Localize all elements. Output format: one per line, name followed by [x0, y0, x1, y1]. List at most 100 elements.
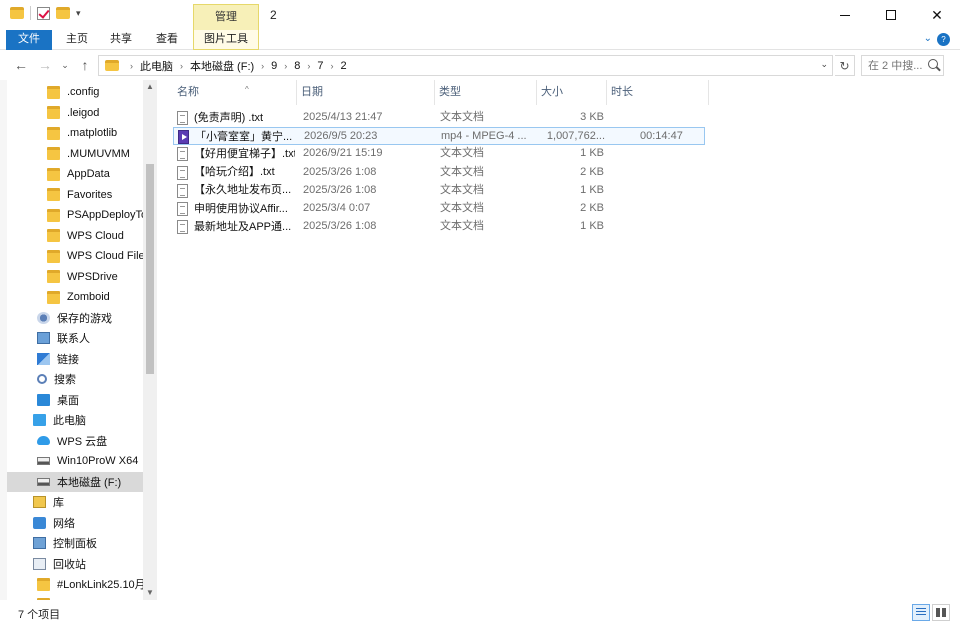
nav-item[interactable]: 此电脑 — [7, 410, 143, 430]
chevron-right-icon[interactable]: › — [304, 61, 313, 71]
text-file-icon — [177, 202, 188, 216]
nav-item[interactable]: WPS Cloud Files — [7, 246, 143, 266]
saved-games-icon — [37, 311, 50, 324]
minimize-button[interactable] — [822, 0, 868, 30]
address-history-chevron-icon[interactable]: ⌄ — [820, 59, 828, 70]
nav-item[interactable]: Win10ProW X64 — [7, 451, 143, 471]
breadcrumb-item[interactable]: 8 — [290, 60, 304, 72]
help-icon[interactable]: ? — [937, 33, 950, 46]
nav-item[interactable]: WPS 云盘 — [7, 431, 143, 451]
chevron-right-icon[interactable]: › — [281, 61, 290, 71]
file-row[interactable]: 最新地址及APP通... 2025/3/26 1:08 文本文档 1 KB — [173, 218, 705, 236]
navigation-scrollbar[interactable]: ▲ ▼ — [143, 80, 157, 600]
nav-item[interactable]: 联系人 — [7, 328, 143, 348]
folder-icon — [47, 208, 60, 222]
file-row[interactable]: 【永久地址发布页... 2025/3/26 1:08 文本文档 1 KB — [173, 182, 705, 200]
up-button[interactable]: ↑ — [76, 56, 94, 74]
new-folder-icon[interactable] — [56, 7, 70, 19]
search-input[interactable] — [868, 59, 928, 72]
file-size: 1 KB — [580, 147, 604, 160]
tab-share[interactable]: 共享 — [104, 30, 138, 50]
nav-item[interactable]: WPSDrive — [7, 267, 143, 287]
file-row[interactable]: 【好用便宜梯子】.txt 2026/9/21 15:19 文本文档 1 KB — [173, 145, 705, 163]
forward-button[interactable]: → — [36, 56, 54, 74]
file-size: 1 KB — [580, 183, 604, 196]
file-duration — [639, 218, 699, 236]
nav-item[interactable]: 本地磁盘 (F:) — [7, 471, 143, 492]
file-row[interactable]: 申明使用协议Affir... 2025/3/4 0:07 文本文档 2 KB — [173, 200, 705, 218]
address-bar[interactable]: › 此电脑 › 本地磁盘 (F:) › 9 › 8 › 7 › 2 ⌄ — [98, 55, 833, 76]
customize-toolbar-chevron-icon[interactable]: ▾ — [76, 8, 81, 19]
chevron-right-icon[interactable]: › — [258, 61, 267, 71]
tab-file[interactable]: 文件 — [6, 30, 52, 50]
nav-item-label: 网络 — [53, 517, 75, 530]
nav-item[interactable]: PSAppDeployToo — [7, 205, 143, 225]
nav-item[interactable]: WPS Cloud — [7, 226, 143, 246]
nav-item-label: Zomboid — [67, 291, 110, 303]
nav-item[interactable]: Favorites — [7, 185, 143, 205]
links-icon — [37, 352, 50, 365]
nav-item[interactable]: 搜索 — [7, 369, 143, 389]
nav-item[interactable]: 控制面板 — [7, 533, 143, 553]
scroll-down-icon[interactable]: ▼ — [143, 586, 157, 600]
file-row[interactable]: (免责声明) .txt 2025/4/13 21:47 文本文档 3 KB — [173, 109, 705, 127]
chevron-right-icon[interactable]: › — [328, 61, 337, 71]
tab-view[interactable]: 查看 — [150, 30, 184, 50]
properties-icon[interactable] — [37, 6, 50, 20]
close-icon: ✕ — [931, 6, 943, 23]
nav-item[interactable]: 网络 — [7, 513, 143, 533]
control-panel-icon — [33, 537, 46, 549]
column-header-date[interactable]: 日期 — [297, 80, 435, 105]
nav-item[interactable]: #LonkLink25.10月- — [7, 574, 143, 594]
maximize-icon — [886, 10, 896, 20]
refresh-icon: ↻ — [839, 59, 850, 73]
nav-item[interactable]: 库 — [7, 492, 143, 512]
breadcrumb-item[interactable]: 2 — [337, 60, 351, 72]
nav-item[interactable]: .config — [7, 82, 143, 102]
file-duration: 00:14:47 — [640, 130, 683, 143]
nav-item[interactable]: 链接 — [7, 349, 143, 369]
tab-picture-tools[interactable]: 图片工具 — [193, 30, 259, 50]
chevron-right-icon[interactable]: › — [177, 61, 186, 71]
ribbon-expand-chevron-icon[interactable]: ⌄ — [924, 33, 932, 44]
close-button[interactable]: ✕ — [914, 0, 960, 30]
nav-item[interactable]: 回收站 — [7, 554, 143, 574]
nav-item[interactable]: .matplotlib — [7, 123, 143, 143]
maximize-button[interactable] — [868, 0, 914, 30]
breadcrumb-item[interactable]: 7 — [313, 60, 327, 72]
nav-item[interactable]: .leigod — [7, 103, 143, 123]
nav-item[interactable]: .MUMUVMM — [7, 144, 143, 164]
column-header-name[interactable]: 名称 ^ — [173, 80, 297, 105]
file-type: 文本文档 — [440, 202, 484, 214]
large-icons-view-button[interactable] — [932, 604, 950, 621]
folder-icon — [47, 147, 60, 160]
file-row[interactable]: 「小膏室室」黄宁... 2026/9/5 20:23 mp4 - MPEG-4 ..… — [173, 127, 705, 146]
recent-locations-button[interactable]: ⌄ — [56, 56, 74, 74]
refresh-button[interactable]: ↻ — [835, 55, 855, 76]
tab-home[interactable]: 主页 — [60, 30, 94, 50]
back-button[interactable]: ← — [12, 56, 30, 74]
file-row[interactable]: 【哈玩介绍】.txt 2025/3/26 1:08 文本文档 2 KB — [173, 164, 705, 182]
nav-item[interactable]: 桌面 — [7, 390, 143, 410]
status-bar: 7 个项目 — [0, 600, 960, 630]
search-box[interactable] — [861, 55, 944, 76]
nav-item[interactable]: Zomboid — [7, 287, 143, 307]
column-header-size[interactable]: 大小 — [537, 80, 607, 105]
breadcrumb-item[interactable]: 此电脑 — [136, 58, 177, 74]
nav-item[interactable]: AppData — [7, 164, 143, 184]
nav-item[interactable]: 保存的游戏 — [7, 308, 143, 328]
scrollbar-thumb[interactable] — [146, 164, 154, 374]
library-icon — [33, 496, 46, 508]
folder-icon — [47, 290, 60, 304]
nav-item-label: 回收站 — [53, 558, 86, 571]
file-name-cell: 「小膏室室」黄宁... — [178, 128, 296, 146]
file-name: 【永久地址发布页... — [194, 184, 292, 197]
scroll-up-icon[interactable]: ▲ — [143, 80, 157, 94]
breadcrumb-item[interactable]: 9 — [267, 60, 281, 72]
column-header-type[interactable]: 类型 — [435, 80, 537, 105]
file-date: 2025/3/26 1:08 — [303, 220, 377, 233]
details-view-button[interactable] — [912, 604, 930, 621]
file-type: 文本文档 — [440, 147, 484, 160]
breadcrumb-item[interactable]: 本地磁盘 (F:) — [186, 58, 258, 74]
column-header-duration[interactable]: 时长 — [607, 80, 709, 105]
